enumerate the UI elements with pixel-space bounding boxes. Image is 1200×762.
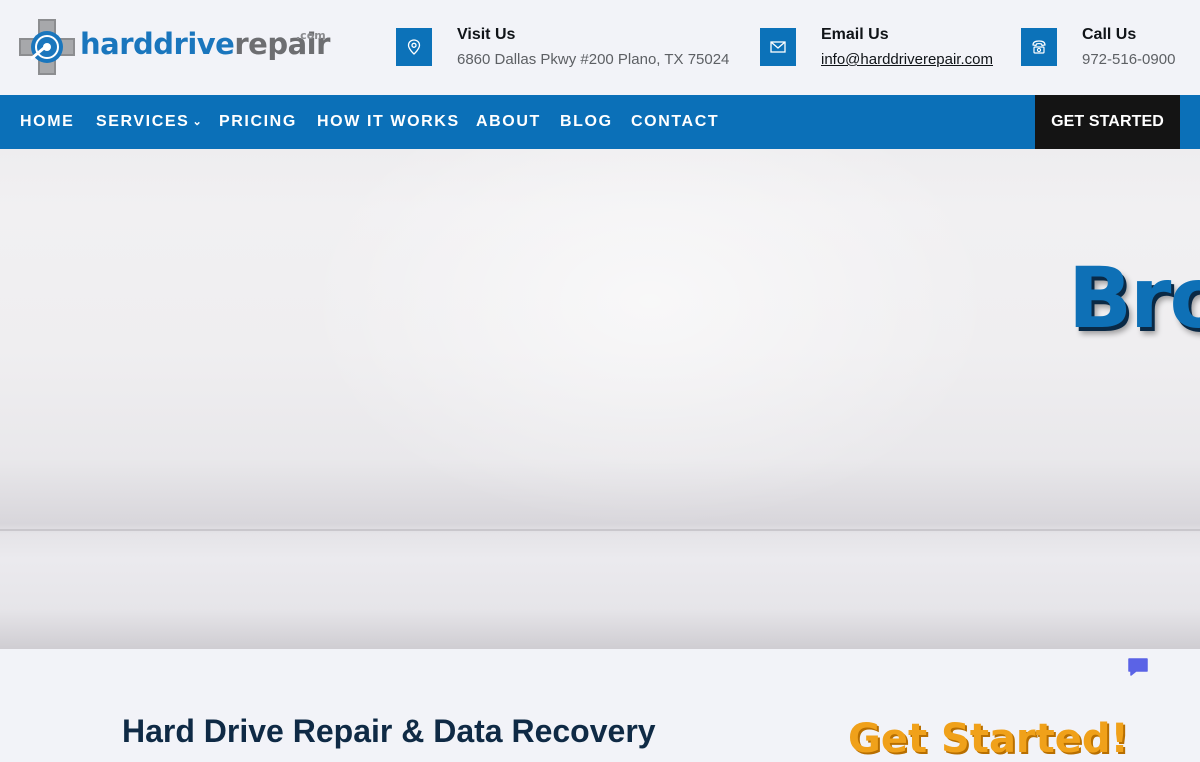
hero-banner: Bro	[0, 149, 1200, 649]
hero-background-seam	[0, 529, 1200, 531]
contact-email-title: Email Us	[821, 26, 889, 43]
envelope-icon	[760, 28, 796, 66]
chat-bubble-icon[interactable]	[1126, 655, 1150, 679]
nav-item-services-label: SERVICES	[96, 113, 190, 130]
nav-item-how-it-works-label: HOW IT WORKS	[317, 113, 460, 130]
hard-drive-cross-icon	[19, 19, 75, 75]
nav-item-blog-label: BLOG	[560, 113, 613, 130]
map-pin-icon	[396, 28, 432, 66]
nav-item-services[interactable]: SERVICES ⌄	[96, 95, 202, 149]
contact-visit-title: Visit Us	[457, 26, 516, 43]
contact-call-title: Call Us	[1082, 26, 1137, 43]
nav-item-contact-label: CONTACT	[631, 113, 720, 130]
nav-item-how-it-works[interactable]: HOW IT WORKS	[317, 95, 460, 149]
hero-title: Bro	[1068, 249, 1200, 347]
main-nav: HOME SERVICES ⌄ PRICING HOW IT WORKS ABOU…	[0, 95, 1200, 149]
site-logo[interactable]: harddriverepair .com	[18, 18, 330, 76]
nav-item-contact[interactable]: CONTACT	[631, 95, 719, 149]
telephone-icon	[1021, 28, 1057, 66]
section-title: Hard Drive Repair & Data Recovery	[122, 713, 656, 749]
chevron-down-icon: ⌄	[192, 116, 202, 128]
hero-background-highlight	[300, 149, 1000, 529]
contact-phone-link[interactable]: 972-516-0900	[1082, 51, 1175, 68]
contact-email-link[interactable]: info@harddriverepair.com	[821, 51, 993, 68]
get-started-promo: Get Started!	[848, 716, 1129, 762]
logo-wordmark-part1: harddrive	[80, 27, 235, 61]
nav-item-about-label: ABOUT	[476, 113, 541, 130]
contact-visit-address: 6860 Dallas Pkwy #200 Plano, TX 75024	[457, 51, 730, 68]
nav-item-pricing[interactable]: PRICING	[219, 95, 297, 149]
get-started-button[interactable]: GET STARTED	[1035, 95, 1180, 149]
logo-suffix: .com	[296, 29, 326, 42]
nav-item-pricing-label: PRICING	[219, 113, 297, 130]
nav-item-blog[interactable]: BLOG	[560, 95, 613, 149]
nav-item-about[interactable]: ABOUT	[476, 95, 541, 149]
nav-item-home-label: HOME	[20, 113, 75, 130]
nav-item-home[interactable]: HOME	[20, 95, 74, 149]
site-header: harddriverepair .com Visit Us 6860 Dalla…	[0, 0, 1200, 95]
logo-wordmark: harddriverepair	[80, 30, 330, 59]
